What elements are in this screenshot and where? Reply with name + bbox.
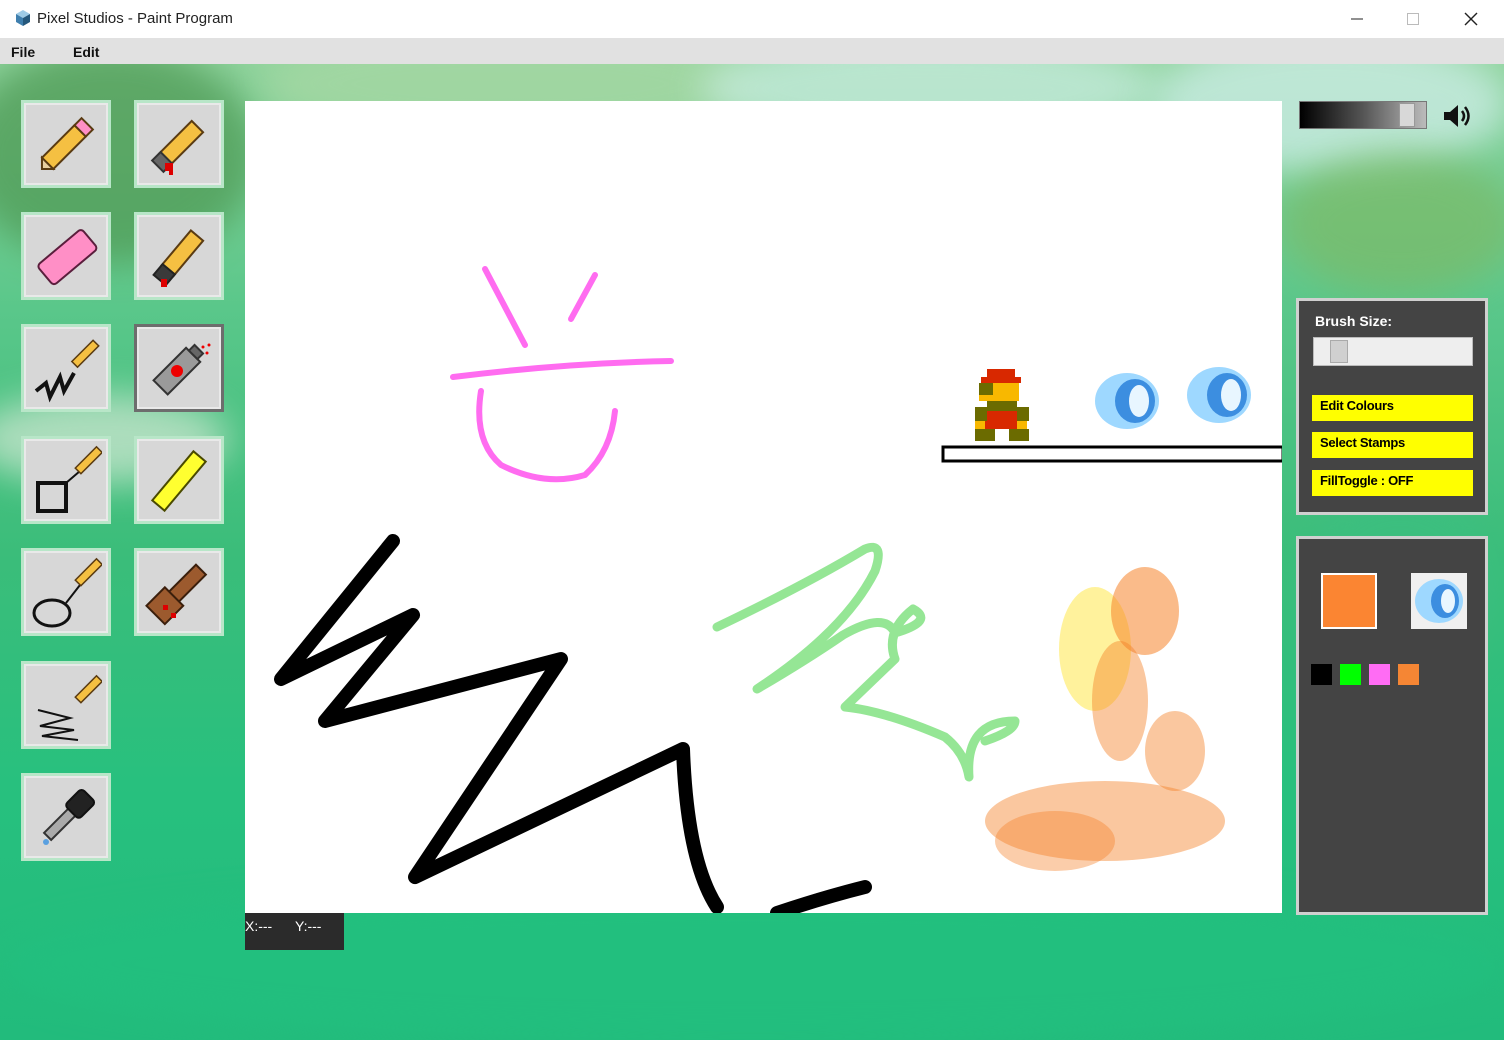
app-cube-icon <box>16 10 30 26</box>
spray-can-icon <box>152 343 211 396</box>
polyline-tool[interactable] <box>21 661 111 749</box>
eyedropper-tool[interactable] <box>21 773 111 861</box>
drawing-canvas[interactable] <box>245 101 1282 913</box>
minimize-icon <box>1351 18 1363 20</box>
minimize-button[interactable] <box>1328 0 1386 38</box>
palette-swatch-pink[interactable] <box>1369 664 1390 685</box>
menu-file[interactable]: File <box>11 44 35 60</box>
rectangle-icon <box>36 445 102 513</box>
spray-tool[interactable] <box>134 324 224 412</box>
brush-size-thumb[interactable] <box>1330 340 1348 363</box>
eraser-tool[interactable] <box>21 212 111 300</box>
blue-fireball-icon <box>1411 573 1467 629</box>
window-title: Pixel Studios - Paint Program <box>37 10 233 27</box>
select-stamps-button[interactable]: Select Stamps <box>1312 432 1473 458</box>
edit-colours-button[interactable]: Edit Colours <box>1312 395 1473 421</box>
palette-swatch-black[interactable] <box>1311 664 1332 685</box>
volume-slider[interactable] <box>1299 101 1427 129</box>
eraser-icon <box>37 229 98 286</box>
squiggle-line-icon <box>34 339 100 403</box>
maximize-button[interactable] <box>1384 0 1442 38</box>
canvas-artwork <box>274 266 1282 913</box>
fill-toggle-button[interactable]: FillToggle : OFF <box>1312 470 1473 496</box>
polyline-icon <box>37 674 102 741</box>
color-panel <box>1296 536 1488 915</box>
pencil-tool[interactable] <box>21 100 111 188</box>
settings-panel: Brush Size: Edit Colours Select Stamps F… <box>1296 298 1488 515</box>
marker-tool[interactable] <box>134 212 224 300</box>
rectangle-tool[interactable] <box>21 436 111 524</box>
fireball-stamp-2 <box>1187 367 1251 423</box>
pink-sketch <box>450 266 674 483</box>
pink-pencil-icon <box>40 116 95 171</box>
palette-swatch-green[interactable] <box>1340 664 1361 685</box>
current-stamp-preview[interactable] <box>1411 573 1467 629</box>
palette-swatch-orange[interactable] <box>1398 664 1419 685</box>
brush-size-label: Brush Size: <box>1315 313 1393 329</box>
maximize-icon <box>1407 13 1419 25</box>
menu-bar: File Edit <box>0 38 1504 65</box>
close-button[interactable] <box>1442 0 1500 38</box>
highlighter-icon <box>150 449 208 513</box>
title-bar: Pixel Studios - Paint Program <box>0 0 1504 38</box>
fireball-stamp-1 <box>1095 373 1159 429</box>
x-coordinate: X:--- <box>245 918 273 934</box>
brush-tool[interactable] <box>134 548 224 636</box>
bloody-pencil-icon <box>150 119 205 175</box>
coordinate-readout: X:--- Y:--- <box>245 913 344 950</box>
y-coordinate: Y:--- <box>295 918 322 934</box>
speaker-icon[interactable] <box>1442 102 1474 130</box>
brush-icon <box>145 563 208 626</box>
green-squiggle <box>712 542 1020 782</box>
eyedropper-icon <box>42 788 96 845</box>
volume-slider-thumb[interactable] <box>1399 103 1415 127</box>
bloody-pencil-tool[interactable] <box>134 100 224 188</box>
ellipse-icon <box>32 557 102 628</box>
ellipse-tool[interactable] <box>21 548 111 636</box>
line-tool[interactable] <box>21 324 111 412</box>
current-color-swatch[interactable] <box>1321 573 1377 629</box>
brush-size-slider[interactable] <box>1313 337 1473 366</box>
mario-stamp <box>975 369 1029 441</box>
close-icon <box>1464 12 1478 26</box>
spray-paint <box>985 567 1225 871</box>
highlighter-tool[interactable] <box>134 436 224 524</box>
marker-icon <box>152 228 205 287</box>
platform-line <box>941 445 1282 463</box>
menu-edit[interactable]: Edit <box>73 44 99 60</box>
